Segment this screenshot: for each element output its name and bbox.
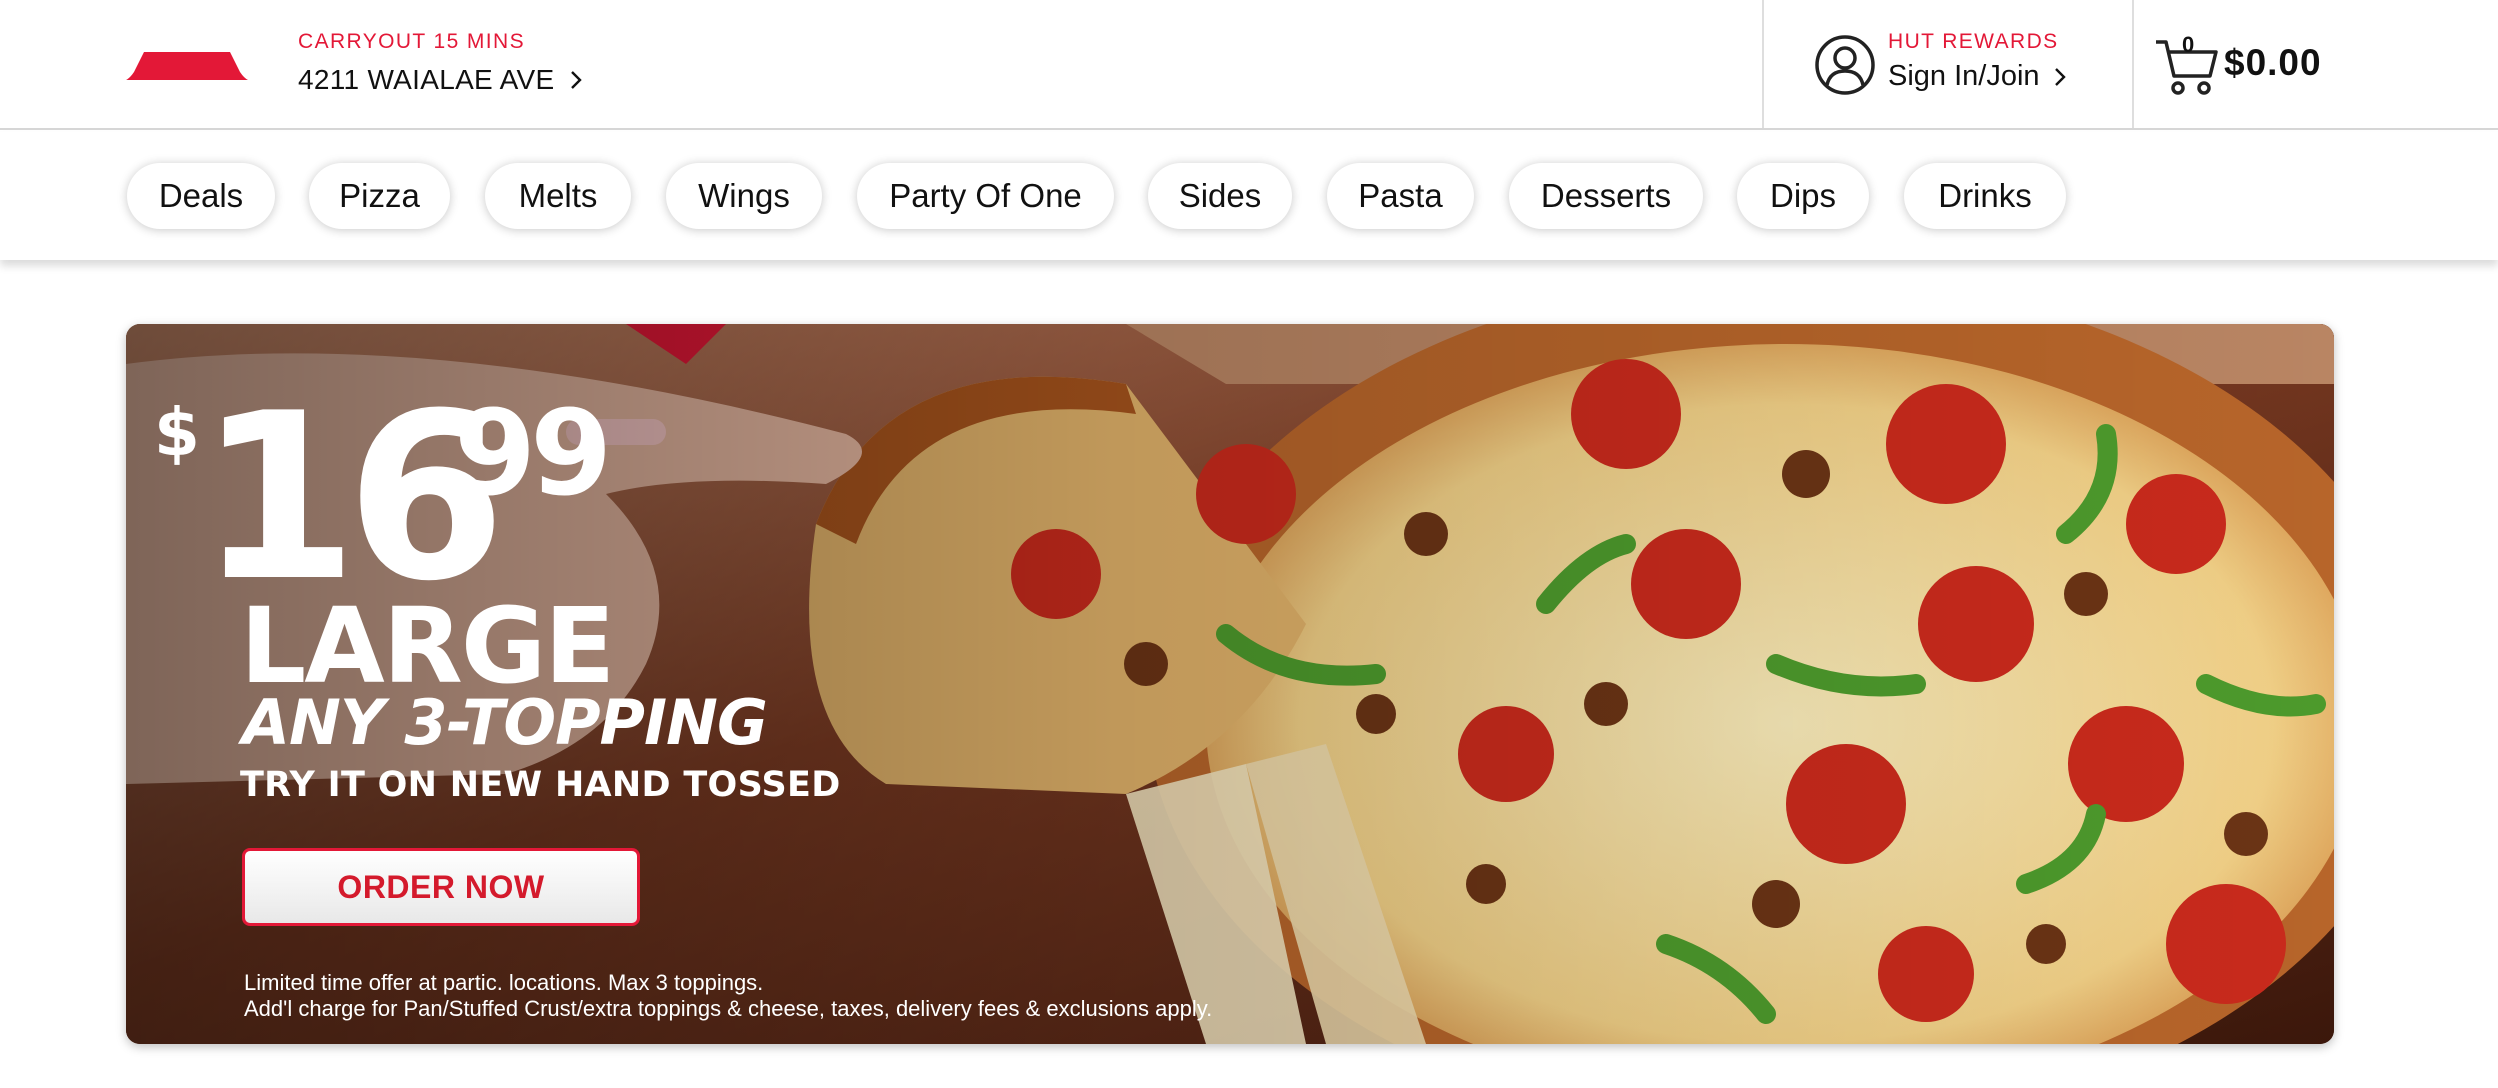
site-header: CARRYOUT 15 MINS 4211 WAIALAE AVE HUT RE…: [0, 0, 2498, 130]
offer-size: LARGE: [240, 585, 615, 707]
category-dips[interactable]: Dips: [1737, 163, 1869, 229]
carryout-time-label: CARRYOUT 15 MINS: [298, 30, 526, 53]
category-sides[interactable]: Sides: [1148, 163, 1292, 229]
chevron-right-icon: [571, 71, 583, 89]
sign-in-link[interactable]: Sign In/Join: [1888, 60, 2040, 93]
carryout-location[interactable]: CARRYOUT 15 MINS 4211 WAIALAE AVE: [298, 30, 583, 96]
category-desserts[interactable]: Desserts: [1509, 163, 1703, 229]
store-address: 4211 WAIALAE AVE: [298, 64, 555, 95]
cart-button[interactable]: 0 $0.00: [2150, 28, 2350, 100]
price-cents: 99: [454, 384, 612, 522]
fine-print-line-2: Add'l charge for Pan/Stuffed Crust/extra…: [244, 996, 1213, 1021]
price-dollars: 16: [198, 365, 506, 632]
offer-headline: ANY 3-TOPPING: [242, 686, 768, 759]
category-deals[interactable]: Deals: [127, 163, 275, 229]
hero-banner[interactable]: $ 16 99 LARGE ANY 3-TOPPING TRY IT ON NE…: [126, 324, 2334, 1044]
category-melts[interactable]: Melts: [485, 163, 631, 229]
rewards-label: HUT REWARDS: [1888, 30, 2059, 53]
category-party-of-one[interactable]: Party Of One: [857, 163, 1114, 229]
chevron-right-icon: [2054, 67, 2066, 86]
category-wings[interactable]: Wings: [666, 163, 822, 229]
category-pasta[interactable]: Pasta: [1327, 163, 1474, 229]
category-pizza[interactable]: Pizza: [309, 163, 450, 229]
cart-total: $0.00: [2224, 42, 2322, 83]
user-circle-icon: [1815, 35, 1875, 95]
offer-subline: TRY IT ON NEW HAND TOSSED: [240, 765, 841, 805]
category-nav: Deals Pizza Melts Wings Party Of One Sid…: [0, 132, 2498, 260]
category-drinks[interactable]: Drinks: [1904, 163, 2066, 229]
hut-rewards-signin[interactable]: HUT REWARDS Sign In/Join: [1762, 0, 2134, 128]
price-dollar-sign: $: [154, 394, 200, 471]
fine-print-line-1: Limited time offer at partic. locations.…: [244, 970, 764, 995]
cart-count-badge: 0: [2182, 32, 2195, 57]
pizza-hut-logo[interactable]: [126, 50, 248, 82]
order-now-button[interactable]: ORDER NOW: [242, 848, 640, 926]
